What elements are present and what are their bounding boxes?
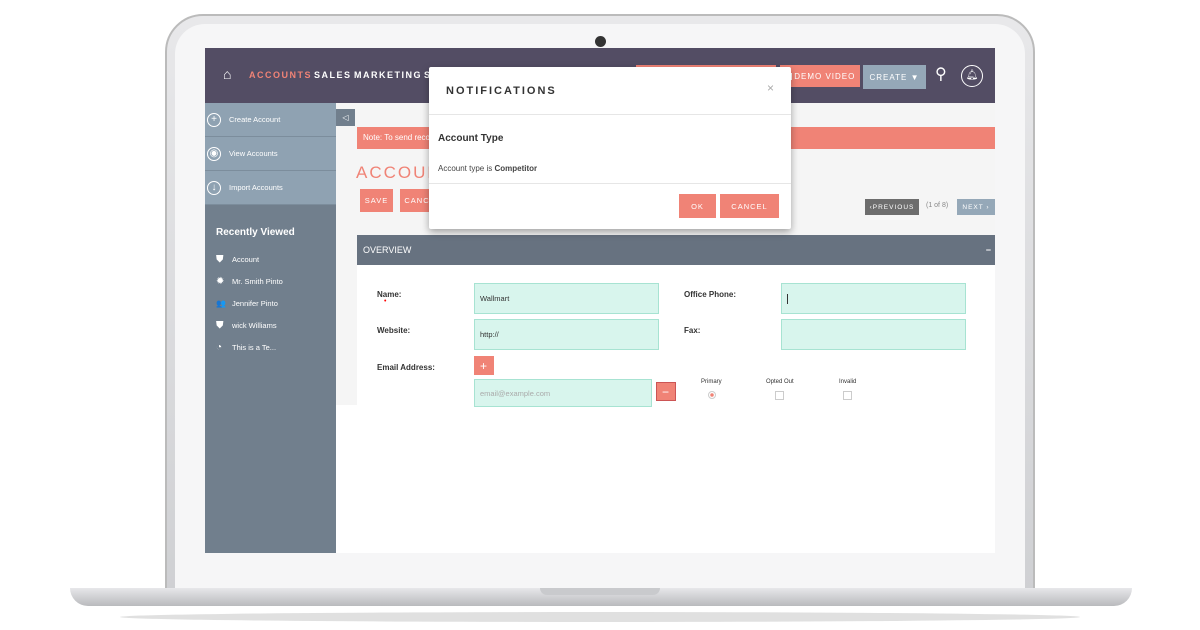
modal-title: NOTIFICATIONS <box>429 67 791 115</box>
download-icon: ↓ <box>207 180 221 195</box>
recent-item[interactable]: 👥 Jennifer Pinto <box>216 292 336 314</box>
previous-button[interactable]: ‹PREVIOUS <box>865 199 919 215</box>
add-email-button[interactable]: + <box>474 356 494 375</box>
email-label: Email Address: <box>377 363 435 372</box>
collapse-icon[interactable]: − <box>986 235 991 265</box>
plus-icon: + <box>207 112 221 127</box>
ok-button[interactable]: OK <box>679 194 716 218</box>
users-icon: 👥 <box>216 298 226 308</box>
gear-icon: ✹ <box>216 275 225 287</box>
close-icon[interactable]: × <box>767 81 774 95</box>
primary-radio[interactable] <box>708 391 716 399</box>
overview-panel: OVERVIEW − Name: • Wallmart Office Phone:… <box>357 235 995 407</box>
bell-icon[interactable]: 🔔︎ <box>961 65 983 87</box>
name-label: Name: <box>377 290 402 299</box>
create-account-action[interactable]: + Create Account <box>205 103 336 137</box>
nav-marketing[interactable]: MARKETING <box>354 70 422 80</box>
webcam <box>595 36 606 47</box>
office-phone-input[interactable] <box>781 283 966 314</box>
recent-item[interactable]: ◔ This is a Te... <box>216 336 336 358</box>
home-icon[interactable]: ⌂ <box>223 66 231 82</box>
search-icon[interactable]: ⚲ <box>935 64 947 84</box>
overview-header[interactable]: OVERVIEW − <box>357 235 995 265</box>
laptop-notch <box>540 588 660 595</box>
required-marker: • <box>384 298 387 305</box>
invalid-label: Invalid <box>839 379 857 385</box>
screen: ⌂ ACCOUNTS SALES MARKETING S ▶DEMO VIDEO… <box>205 48 995 553</box>
create-button[interactable]: CREATE ▼ <box>863 65 926 89</box>
nav-accounts[interactable]: ACCOUNTS <box>249 70 312 80</box>
office-phone-label: Office Phone: <box>684 290 737 299</box>
recent-item[interactable]: ⛊ wick Williams <box>216 314 336 336</box>
email-input[interactable]: email@example.com <box>474 379 652 407</box>
recent-item[interactable]: ✹ Mr. Smith Pinto <box>216 270 336 292</box>
recent-item[interactable]: ⛊ Account <box>216 248 336 270</box>
shield-icon: ⛊ <box>216 253 224 265</box>
import-accounts-action[interactable]: ↓ Import Accounts <box>205 171 336 205</box>
invalid-checkbox[interactable] <box>843 391 852 400</box>
opted-out-checkbox[interactable] <box>775 391 784 400</box>
pie-chart-icon: ◔ <box>216 341 223 353</box>
fax-input[interactable] <box>781 319 966 350</box>
website-input[interactable]: http:// <box>474 319 659 350</box>
name-input[interactable]: Wallmart <box>474 283 659 314</box>
nav-sales[interactable]: SALES <box>314 70 352 80</box>
next-button[interactable]: NEXT › <box>957 199 995 215</box>
laptop-shadow <box>120 612 1080 622</box>
sidebar: + Create Account ◉ View Accounts ↓ Import A… <box>205 103 336 553</box>
collapse-sidebar-button[interactable]: ◁ <box>336 109 355 126</box>
eye-icon: ◉ <box>207 146 221 161</box>
opted-out-label: Opted Out <box>766 379 794 385</box>
modal-cancel-button[interactable]: CANCEL <box>720 194 779 218</box>
fax-label: Fax: <box>684 326 701 335</box>
page-count: (1 of 8) <box>926 202 949 209</box>
modal-message: Account type is Competitor <box>438 164 538 173</box>
primary-label: Primary <box>701 379 722 385</box>
view-accounts-action[interactable]: ◉ View Accounts <box>205 137 336 171</box>
remove-email-button[interactable]: − <box>656 382 676 401</box>
shield-icon: ⛊ <box>216 319 224 331</box>
demo-video-button[interactable]: ▶DEMO VIDEO <box>780 65 860 87</box>
recently-viewed-title: Recently Viewed <box>216 227 295 238</box>
save-button[interactable]: SAVE <box>360 189 393 212</box>
website-label: Website: <box>377 326 411 335</box>
notifications-modal: NOTIFICATIONS × Account Type Account typ… <box>429 67 791 229</box>
modal-heading: Account Type <box>438 133 504 144</box>
